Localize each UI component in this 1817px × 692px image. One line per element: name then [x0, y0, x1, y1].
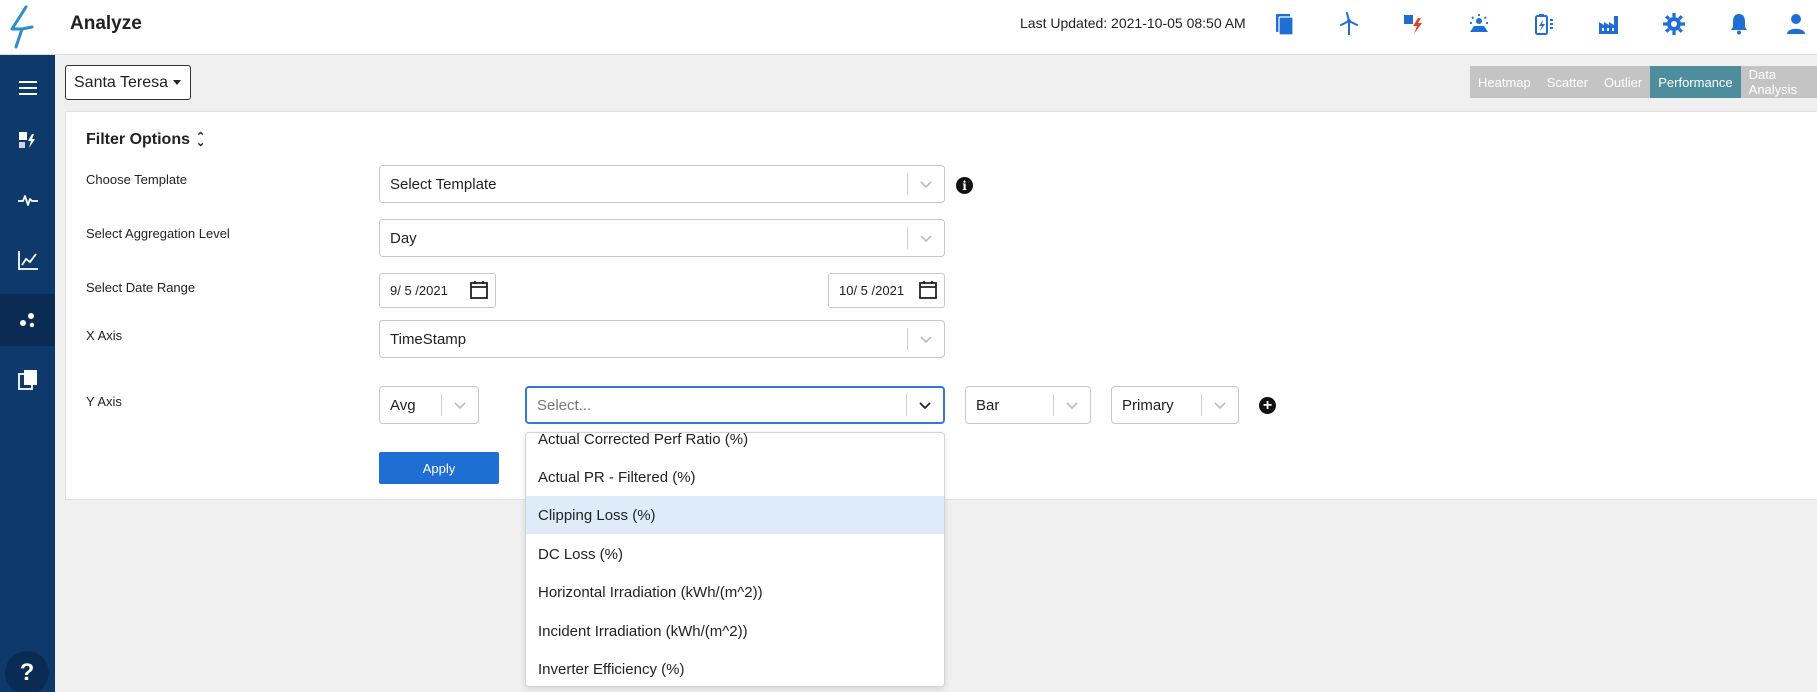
end-date-value: 10/ 5 /2021 — [839, 283, 905, 298]
chart-type-value: Bar — [976, 396, 1000, 414]
start-date-input[interactable]: 9/ 5 /2021 — [379, 273, 496, 308]
chevron-down-icon — [908, 332, 944, 346]
app-logo-icon[interactable] — [4, 3, 38, 51]
calendar-icon[interactable] — [918, 280, 938, 300]
tab-scatter[interactable]: Scatter — [1538, 66, 1596, 98]
wind-turbine-icon[interactable] — [1335, 10, 1363, 38]
chevron-down-icon — [1054, 398, 1090, 412]
template-select-value: Select Template — [390, 175, 497, 193]
sidebar: ? — [0, 55, 55, 692]
axis-side-value: Primary — [1122, 396, 1174, 414]
dropdown-option[interactable]: Incident Irradiation (kWh/(m^2)) — [526, 612, 944, 650]
start-date-value: 9/ 5 /2021 — [390, 283, 448, 298]
y-aggregation-value: Avg — [390, 396, 416, 414]
chevron-down-icon — [908, 231, 944, 245]
template-select[interactable]: Select Template — [379, 165, 945, 203]
y-metric-select[interactable]: Select... — [525, 386, 945, 424]
documents-icon[interactable] — [0, 354, 55, 406]
aggregation-select[interactable]: Day — [379, 219, 945, 257]
chevron-down-icon — [907, 398, 943, 412]
settings-gear-icon[interactable] — [1660, 10, 1688, 38]
line-chart-icon[interactable] — [0, 234, 55, 286]
collapse-chevron-icon: ⌃ ⌄ — [196, 131, 206, 149]
flash-map-icon[interactable] — [0, 114, 55, 166]
help-button[interactable]: ? — [5, 651, 49, 692]
dropdown-option[interactable]: Horizontal Irradiation (kWh/(m^2)) — [526, 573, 944, 611]
chevron-down-icon — [1202, 398, 1238, 412]
end-date-input[interactable]: 10/ 5 /2021 — [828, 273, 945, 308]
y-metric-placeholder: Select... — [537, 396, 592, 414]
x-axis-select-value: TimeStamp — [390, 330, 467, 348]
analysis-tabs: Heatmap Scatter Outlier Performance Data… — [1470, 66, 1817, 98]
chart-type-select[interactable]: Bar — [965, 386, 1091, 424]
tab-performance[interactable]: Performance — [1650, 66, 1741, 98]
dropdown-option[interactable]: Actual Corrected Perf Ratio (%) — [526, 433, 944, 458]
top-header: Analyze Last Updated: 2021-10-05 08:50 A… — [0, 0, 1817, 55]
filter-options-toggle[interactable]: Filter Options ⌃ ⌄ — [86, 131, 205, 149]
page-title: Analyze — [70, 13, 142, 34]
battery-icon[interactable] — [1530, 10, 1558, 38]
last-updated-text: Last Updated: 2021-10-05 08:50 AM — [1020, 15, 1246, 31]
axis-side-select[interactable]: Primary — [1111, 386, 1239, 424]
tab-outlier[interactable]: Outlier — [1595, 66, 1651, 98]
chevron-down-icon — [908, 177, 944, 191]
tab-data-analysis[interactable]: Data Analysis — [1740, 66, 1817, 98]
scatter-icon[interactable] — [0, 294, 55, 346]
aggregation-select-value: Day — [390, 229, 417, 247]
pulse-icon[interactable] — [0, 174, 55, 226]
x-axis-select[interactable]: TimeStamp — [379, 320, 945, 358]
solar-panel-icon[interactable] — [1465, 10, 1493, 38]
caret-down-icon — [173, 80, 181, 85]
chevron-down-icon — [442, 398, 478, 412]
dropdown-option[interactable]: DC Loss (%) — [526, 535, 944, 573]
site-selector-label: Santa Teresa — [74, 73, 168, 91]
aggregation-level-label: Select Aggregation Level — [86, 226, 230, 241]
filter-options-title: Filter Options — [86, 131, 190, 148]
calendar-icon[interactable] — [469, 280, 489, 300]
choose-template-label: Choose Template — [86, 172, 187, 187]
info-icon[interactable]: i — [956, 177, 973, 194]
tab-heatmap[interactable]: Heatmap — [1470, 66, 1539, 98]
dropdown-option[interactable]: Actual PR - Filtered (%) — [526, 458, 944, 496]
dropdown-option-highlighted[interactable]: Clipping Loss (%) — [526, 496, 944, 534]
reports-icon[interactable] — [1270, 10, 1298, 38]
y-metric-dropdown-menu[interactable]: Actual Corrected Perf Ratio (%) Actual P… — [525, 432, 945, 687]
factory-icon[interactable] — [1595, 10, 1623, 38]
y-axis-label: Y Axis — [86, 394, 122, 409]
menu-icon[interactable] — [0, 62, 55, 114]
x-axis-label: X Axis — [86, 328, 123, 343]
date-range-label: Select Date Range — [86, 280, 196, 295]
dropdown-option[interactable]: Inverter Efficiency (%) — [526, 650, 944, 686]
apply-button[interactable]: Apply — [379, 452, 499, 484]
add-y-axis-icon[interactable]: + — [1259, 397, 1276, 414]
user-icon[interactable] — [1782, 10, 1810, 38]
alert-flash-icon[interactable] — [1400, 10, 1428, 38]
y-aggregation-select[interactable]: Avg — [379, 386, 479, 424]
notification-bell-icon[interactable] — [1725, 10, 1753, 38]
site-selector[interactable]: Santa Teresa — [65, 65, 191, 100]
